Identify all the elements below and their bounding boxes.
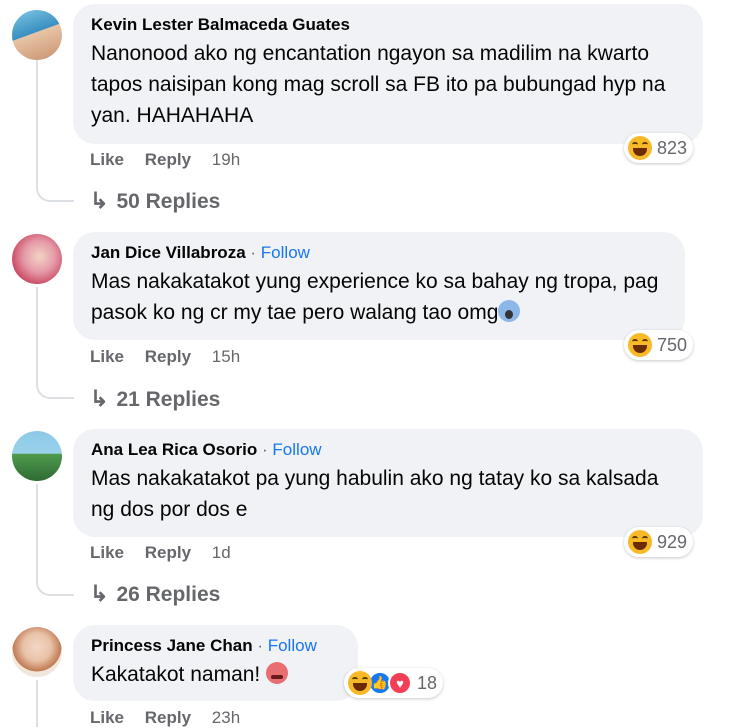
avatar[interactable] (12, 627, 62, 677)
reaction-summary[interactable]: 929 (624, 527, 694, 557)
reaction-summary[interactable]: 750 (624, 330, 694, 360)
timestamp[interactable]: 1d (212, 543, 231, 562)
timestamp[interactable]: 15h (212, 347, 240, 366)
comment-actions: Like Reply 1d (90, 543, 247, 563)
comment-actions: Like Reply 19h (90, 150, 256, 170)
thread-curve (36, 178, 74, 202)
reaction-count: 823 (657, 137, 688, 158)
view-replies-button[interactable]: ↳ 50 Replies (90, 188, 220, 214)
thread-line (36, 60, 38, 186)
comment-author[interactable]: Princess Jane Chan (91, 636, 253, 655)
love-reaction-icon: ♥ (388, 671, 412, 695)
timestamp[interactable]: 19h (212, 150, 240, 169)
reply-arrow-icon: ↳ (90, 386, 109, 411)
follow-button[interactable]: Follow (272, 440, 321, 459)
comment-actions: Like Reply 23h (90, 708, 256, 728)
reaction-summary[interactable]: 👍 ♥ 18 (344, 668, 444, 698)
comment-author[interactable]: Ana Lea Rica Osorio (91, 440, 257, 459)
thread-curve (36, 572, 74, 596)
comment-author[interactable]: Jan Dice Villabroza (91, 243, 246, 262)
separator: · (250, 243, 257, 262)
avatar[interactable] (12, 10, 62, 60)
haha-reaction-icon (348, 671, 372, 695)
reaction-count: 929 (657, 531, 688, 552)
comment-text: Mas nakakatakot pa yung habulin ako ng t… (91, 467, 659, 521)
replies-count: 26 Replies (116, 583, 221, 606)
follow-button[interactable]: Follow (261, 243, 310, 262)
reply-arrow-icon: ↳ (90, 188, 109, 213)
reply-button[interactable]: Reply (145, 543, 191, 562)
avatar[interactable] (12, 234, 62, 284)
comment-author[interactable]: Kevin Lester Balmaceda Guates (91, 15, 350, 34)
thread-line (36, 484, 38, 580)
comment-actions: Like Reply 15h (90, 347, 256, 367)
follow-button[interactable]: Follow (268, 636, 317, 655)
replies-count: 50 Replies (116, 190, 221, 213)
reply-button[interactable]: Reply (145, 150, 191, 169)
replies-count: 21 Replies (116, 388, 221, 411)
reaction-count: 18 (417, 672, 438, 693)
reply-button[interactable]: Reply (145, 708, 191, 727)
comment-text: Mas nakakatakot yung experience ko sa ba… (91, 270, 659, 324)
thread-line (36, 287, 38, 383)
comment-text: Kakatakot naman! (91, 663, 261, 686)
thread-curve (36, 375, 74, 399)
thread-line (36, 680, 38, 727)
view-replies-button[interactable]: ↳ 26 Replies (90, 581, 220, 607)
like-button[interactable]: Like (90, 543, 124, 562)
reaction-summary[interactable]: 823 (624, 133, 694, 163)
reply-button[interactable]: Reply (145, 347, 191, 366)
haha-reaction-icon (628, 136, 652, 160)
reaction-count: 750 (657, 334, 688, 355)
avatar[interactable] (12, 431, 62, 481)
timestamp[interactable]: 23h (212, 708, 240, 727)
separator: · (257, 636, 263, 655)
scream-emoji-icon (498, 300, 521, 322)
like-button[interactable]: Like (90, 347, 124, 366)
separator: · (262, 440, 268, 459)
comment-bubble: Jan Dice Villabroza · Follow Mas nakakat… (73, 232, 685, 340)
like-button[interactable]: Like (90, 150, 124, 169)
haha-reaction-icon (628, 333, 652, 357)
comment-text: Nanonood ako ng encantation ngayon sa ma… (91, 42, 666, 127)
comment-bubble: Princess Jane Chan · Follow Kakatakot na… (73, 625, 358, 701)
comment-bubble: Ana Lea Rica Osorio · Follow Mas nakakat… (73, 429, 703, 537)
comment-bubble: Kevin Lester Balmaceda Guates Nanonood a… (73, 4, 703, 144)
reply-arrow-icon: ↳ (90, 581, 109, 606)
like-button[interactable]: Like (90, 708, 124, 727)
dizzy-face-emoji-icon (266, 662, 289, 684)
view-replies-button[interactable]: ↳ 21 Replies (90, 386, 220, 412)
haha-reaction-icon (628, 530, 652, 554)
